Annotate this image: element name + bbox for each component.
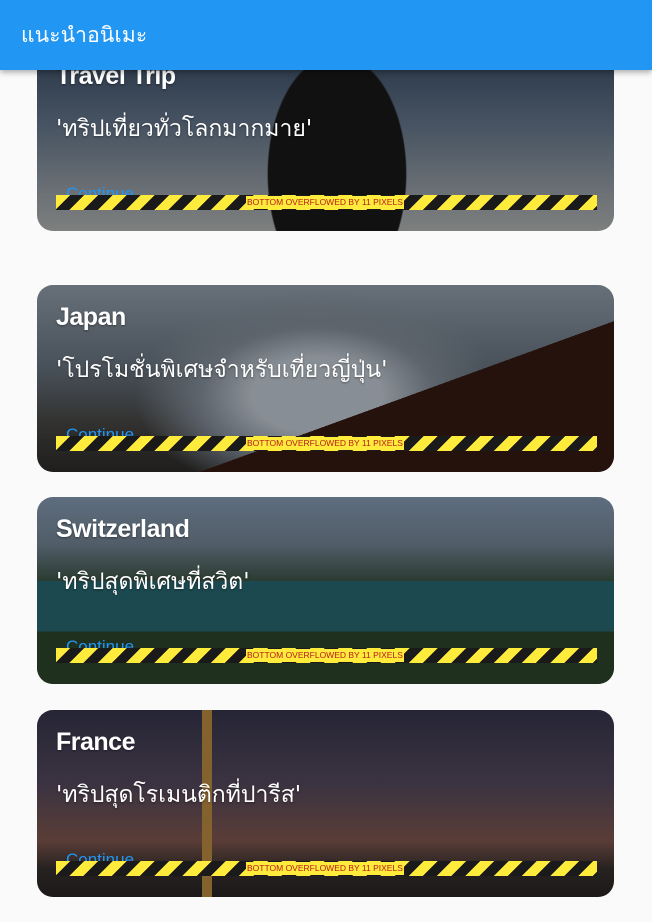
card-subtitle: 'โปรโมชั่นพิเศษจำหรับเที่ยวญี่ปุ่น' <box>56 357 388 383</box>
card-travel-trip[interactable]: Travel Trip 'ทริปเที่ยวทั่วโลกมากมาย' Co… <box>37 70 614 231</box>
overflow-warning-stripe: BOTTOM OVERFLOWED BY 11 PIXELS <box>56 861 597 876</box>
card-subtitle: 'ทริปสุดพิเศษที่สวิต' <box>56 569 250 595</box>
app-bar: แนะนำอนิเมะ <box>0 0 652 70</box>
overflow-warning-label: BOTTOM OVERFLOWED BY 11 PIXELS <box>246 649 404 662</box>
card-france[interactable]: France 'ทริปสุดโรเมนติกที่ปารีส' Continu… <box>37 710 614 897</box>
card-switzerland[interactable]: Switzerland 'ทริปสุดพิเศษที่สวิต' Contin… <box>37 497 614 684</box>
overflow-warning-stripe: BOTTOM OVERFLOWED BY 11 PIXELS <box>56 648 597 663</box>
card-title: Travel Trip <box>56 70 176 90</box>
overflow-warning-stripe: BOTTOM OVERFLOWED BY 11 PIXELS <box>56 436 597 451</box>
card-subtitle: 'ทริปเที่ยวทั่วโลกมากมาย' <box>56 116 313 142</box>
overflow-warning-label: BOTTOM OVERFLOWED BY 11 PIXELS <box>246 437 404 450</box>
overflow-warning-stripe: BOTTOM OVERFLOWED BY 11 PIXELS <box>56 195 597 210</box>
card-title: France <box>56 728 135 756</box>
overflow-warning-label: BOTTOM OVERFLOWED BY 11 PIXELS <box>246 196 404 209</box>
overflow-warning-label: BOTTOM OVERFLOWED BY 11 PIXELS <box>246 862 404 875</box>
card-japan[interactable]: Japan 'โปรโมชั่นพิเศษจำหรับเที่ยวญี่ปุ่น… <box>37 285 614 472</box>
card-title: Switzerland <box>56 515 190 543</box>
card-subtitle: 'ทริปสุดโรเมนติกที่ปารีส' <box>56 782 302 808</box>
card-list[interactable]: Travel Trip 'ทริปเที่ยวทั่วโลกมากมาย' Co… <box>0 70 652 922</box>
app-bar-title: แนะนำอนิเมะ <box>21 23 148 47</box>
card-title: Japan <box>56 303 126 331</box>
